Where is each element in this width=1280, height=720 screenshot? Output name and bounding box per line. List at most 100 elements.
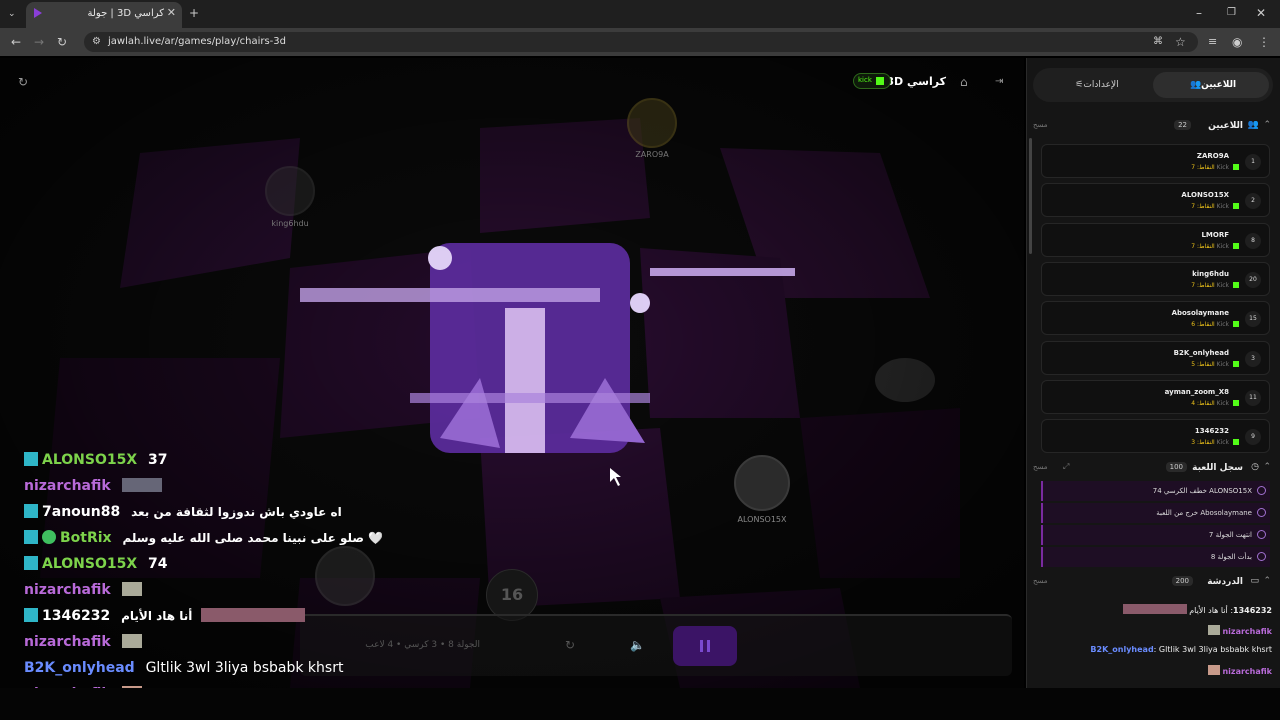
maximize-icon[interactable]: ❐ [1227,6,1236,20]
info-icon [1257,508,1266,517]
verified-badge-icon [42,530,56,544]
menu-icon[interactable]: ⋮ [1258,35,1270,49]
tab-close-icon[interactable]: ✕ [167,6,176,19]
bookmark-star-icon[interactable]: ☆ [1175,35,1186,49]
badge-icon [24,608,38,622]
player-points: النقاط: 3 Kick [1191,439,1229,447]
player-card[interactable]: 11 ayman_zoom_X8 النقاط: 4 Kick [1041,379,1270,414]
site-favicon-icon [34,8,42,18]
badge-icon [24,504,38,518]
sidebar-chat-line: nizarchafik [1207,665,1272,676]
minimize-icon[interactable]: – [1196,6,1202,20]
round-info: الجولة 8 • 3 كرسي • 4 لاعب [365,640,480,650]
player-card[interactable]: 20 king6hdu النقاط: 7 Kick [1041,261,1270,296]
overlay-chat-line: nizarchafik [24,475,166,497]
log-item: ALONSO15X خطف الكرسي 74 [1041,481,1270,501]
emote-icon [121,582,142,596]
player-card[interactable]: 9 1346232 النقاط: 3 Kick [1041,419,1270,454]
tab-players[interactable]: 👥اللاعبين [1153,72,1269,98]
players-section-header[interactable]: مسح ⌃ 👥 اللاعبين 22 [1033,118,1273,136]
exit-icon[interactable]: ⇥ [995,75,1003,89]
overlay-chat-line: 7anoun88 اه عاودي باش ندوزوا لثقافة من ب… [24,501,342,523]
emote-icon [1207,625,1220,635]
game-log-section-header[interactable]: مسح ⤢ ⌃ ◷ سجل اللعبة 100 [1033,460,1273,478]
chat-user: ALONSO15X [42,452,138,468]
chat-user: B2K_onlyhead [24,660,135,676]
clear-button[interactable]: مسح [1033,121,1048,129]
forward-icon[interactable]: → [34,35,44,49]
sound-icon[interactable]: 🔈 [630,638,645,652]
profile-icon[interactable]: ◉ [1232,35,1242,49]
log-item: انتهت الجولة 7 [1041,525,1270,545]
player-card[interactable]: 15 Abosolaymane النقاط: 6 Kick [1041,301,1270,336]
bot-badge-icon [24,530,38,544]
emote-icon [201,608,306,622]
player-rank: 9 [1245,429,1261,446]
star-icon [1257,486,1266,495]
new-tab-button[interactable]: + [189,6,199,20]
translate-icon[interactable]: ⌘ [1153,35,1163,49]
game-canvas[interactable]: ZARO9A king6hdu ALONSO15X 16 الجولة 8 • … [0,58,1024,688]
kick-logo-icon [1233,164,1239,170]
chevron-up-icon[interactable]: ⌃ [1263,462,1271,472]
chat-user: BotRix [60,530,112,546]
tab-players-label: اللاعبين [1201,80,1237,90]
clear-button[interactable]: مسح [1033,577,1048,585]
count-badge: 200 [1171,576,1193,586]
kick-logo-icon [1233,360,1239,367]
player-card[interactable]: 8 LMORF النقاط: 7 Kick [1041,222,1270,257]
player-card[interactable]: 1 ZARO9A النقاط: 7 Kick [1041,144,1270,178]
url-text[interactable]: jawlah.live/ar/games/play/chairs-3d [108,36,286,47]
player-points: النقاط: 6 Kick [1191,321,1229,329]
player-points: النقاط: 7 Kick [1191,203,1229,211]
kick-logo-icon [1233,281,1239,288]
chat-icon: ▭ [1250,576,1259,586]
overlay-chat-line: nizarchafik [24,631,146,653]
window-close-icon[interactable]: ✕ [1256,6,1266,20]
tab-settings[interactable]: ⚟الإعدادات [1037,72,1153,98]
kick-logo-icon [1233,321,1239,328]
chat-user: ALONSO15X [42,556,138,572]
users-icon: 👥 [1189,80,1202,90]
tab-list-icon[interactable]: ⌄ [8,7,16,21]
overlay-chat-line: B2K_onlyhead Gltlik 3wl 3liya bsbabk khs… [24,657,343,679]
section-title: سجل اللعبة [1192,463,1243,473]
player-name: ALONSO15X [1181,191,1229,200]
player-avatar [265,166,315,216]
home-icon[interactable]: ⌂ [960,75,968,89]
tab-title: كراسي 3D | جولة [87,8,165,19]
countdown-number: 16 [500,585,524,604]
expand-icon[interactable]: ⤢ [1063,462,1069,472]
chat-user: nizarchafik [24,478,111,494]
pause-icon [700,640,710,652]
player-points: النقاط: 4 Kick [1191,399,1229,407]
section-title: اللاعبين [1208,121,1243,131]
log-item: Abosolaymane خرج من اللعبة [1041,503,1270,523]
player-name: LMORF [1201,230,1229,239]
reload-icon[interactable]: ↻ [57,35,67,49]
chevron-up-icon[interactable]: ⌃ [1263,576,1271,586]
player-card[interactable]: 3 B2K_onlyhead النقاط: 5 Kick [1041,340,1270,375]
clear-button[interactable]: مسح [1033,463,1048,471]
count-badge: 100 [1165,462,1187,472]
chevron-up-icon[interactable]: ⌃ [1263,120,1271,130]
site-info-icon[interactable]: ⚙ [92,35,101,49]
browser-tab[interactable]: كراسي 3D | جولة ✕ [26,2,182,28]
player-name: king6hdu [1192,269,1229,278]
info-icon [1257,530,1266,539]
player-card[interactable]: 2 ALONSO15X النقاط: 7 Kick [1041,183,1270,218]
refresh-icon[interactable]: ↻ [18,75,28,89]
emote-icon [1207,665,1220,675]
back-icon[interactable]: ← [11,35,21,49]
overlay-chat-line: ALONSO15X 74 [24,553,168,575]
tab-settings-label: الإعدادات [1083,80,1119,90]
restart-icon[interactable]: ↻ [565,638,575,652]
chat-section-header[interactable]: مسح ⌃ ▭ الدردشة 200 [1033,574,1273,592]
extensions-icon[interactable]: ≡ [1208,35,1217,49]
kick-logo-icon [876,77,884,85]
avatar-label: ZARO9A [635,150,669,159]
chat-user: nizarchafik [24,582,111,598]
chat-user: 7anoun88 [42,504,121,520]
player-avatar [315,546,375,606]
scrollbar[interactable] [1029,138,1032,254]
